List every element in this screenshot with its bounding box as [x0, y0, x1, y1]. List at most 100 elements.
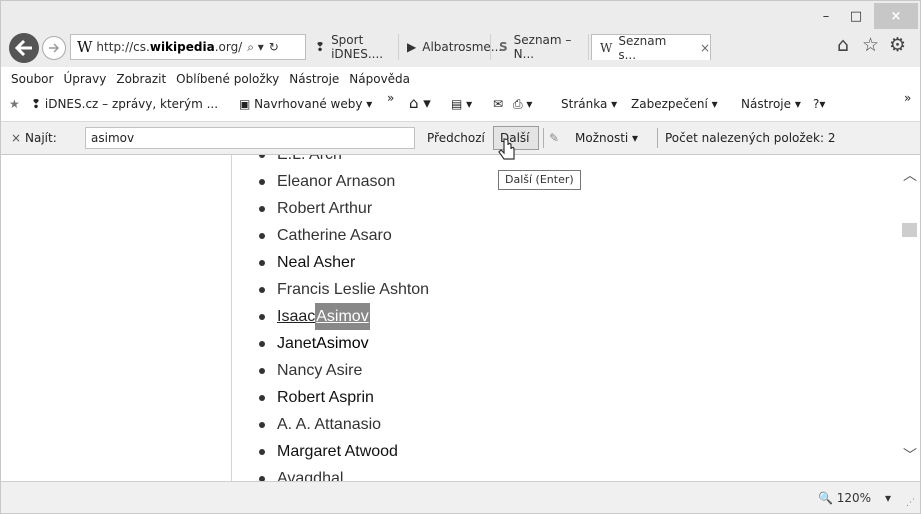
tools-menu[interactable]: Nástroje ▾ — [741, 97, 801, 111]
bullet — [259, 394, 265, 401]
separator — [657, 128, 658, 148]
tab-seznam-news[interactable]: S Seznam – N... — [491, 33, 589, 61]
bullet — [259, 286, 265, 293]
find-options-menu[interactable]: Možnosti ▾ — [575, 131, 638, 145]
favorites-star-icon[interactable]: ☆ — [862, 34, 879, 56]
list-item[interactable]: Nancy Asire — [259, 357, 429, 384]
albatros-favicon-icon: ▶ — [407, 40, 417, 54]
help-icon[interactable]: ?▾ — [813, 97, 825, 111]
tab-seznam-wikipedia[interactable]: W Seznam s... × — [591, 33, 711, 62]
search-icon[interactable]: ⌕ ▾ — [247, 40, 264, 55]
scroll-down-icon[interactable]: ﹀ — [903, 445, 917, 465]
scroll-up-icon[interactable]: ︿ — [903, 165, 917, 185]
address-bar[interactable]: W http://cs.wikipedia.org/ ⌕ ▾ ↻ — [70, 34, 306, 60]
separator — [543, 128, 544, 148]
page-content: E.L. Arch Eleanor Arnason Robert Arthur … — [1, 155, 920, 481]
menu-zobrazit[interactable]: Zobrazit — [116, 72, 166, 86]
refresh-icon[interactable]: ↻ — [269, 40, 279, 54]
site-favicon-icon: W — [77, 38, 93, 56]
tab-albatrosmedia[interactable]: ▶ Albatrosme... — [399, 34, 502, 60]
bullet — [259, 448, 265, 455]
favorite-idnes[interactable]: ❢ iDNES.cz – zprávy, kterým ... — [31, 97, 218, 111]
menu-oblibene[interactable]: Oblíbené položky — [176, 72, 279, 86]
zoom-dropdown-icon[interactable]: ▾ — [885, 491, 891, 505]
status-bar: 🔍 120% ▾ ⋰ — [1, 481, 920, 513]
menu-nastroje[interactable]: Nástroje — [289, 72, 339, 86]
home-icon[interactable]: ⌂ — [837, 34, 849, 56]
list-item[interactable]: Eleanor Arnason — [259, 168, 429, 195]
idnes-favicon-icon: ❢ — [315, 40, 326, 54]
find-previous-button[interactable]: Předchozí — [427, 131, 485, 145]
print-icon[interactable]: ⎙ ▾ — [513, 97, 532, 112]
home-cmd-icon[interactable]: ⌂ ▾ — [409, 94, 431, 112]
bullet — [259, 340, 265, 347]
address-url[interactable]: http://cs.wikipedia.org/ — [96, 40, 242, 54]
find-close-icon[interactable]: × — [11, 131, 21, 145]
back-arrow-icon — [15, 40, 32, 56]
title-bar: – □ × W http://cs.wikipedia.org/ ⌕ ▾ ↻ ❢… — [1, 1, 920, 67]
find-label: Najít: — [25, 131, 57, 145]
vertical-scrollbar[interactable]: ︿ ﹀ — [899, 155, 920, 481]
menu-soubor[interactable]: Soubor — [11, 72, 53, 86]
author-list: E.L. Arch Eleanor Arnason Robert Arthur … — [259, 155, 429, 481]
list-item[interactable]: Catherine Asaro — [259, 222, 429, 249]
mail-icon[interactable]: ✉ — [493, 97, 503, 111]
find-input[interactable]: asimov — [85, 127, 415, 149]
bullet — [259, 259, 265, 266]
list-item-janet-asimov[interactable]: Janet Asimov — [259, 330, 429, 357]
mouse-cursor-icon — [498, 138, 515, 160]
close-button[interactable]: × — [874, 3, 918, 29]
menu-upravy[interactable]: Úpravy — [63, 72, 106, 86]
maximize-button[interactable]: □ — [841, 3, 871, 29]
tab-label: Seznam – N... — [513, 33, 572, 61]
find-match: Asimov — [316, 335, 369, 352]
zoom-level[interactable]: 🔍 120% — [818, 491, 871, 505]
find-bar: × Najít: asimov Předchozí Další ✎ Možnos… — [1, 121, 920, 155]
bullet — [259, 313, 265, 320]
favorites-overflow-icon[interactable]: » — [387, 91, 394, 105]
bullet — [259, 178, 265, 185]
list-item[interactable]: Avaqdhal — [259, 465, 429, 481]
settings-gear-icon[interactable]: ⚙ — [889, 34, 906, 56]
bullet — [259, 421, 265, 428]
browser-window: – □ × W http://cs.wikipedia.org/ ⌕ ▾ ↻ ❢… — [0, 0, 921, 514]
wikipedia-favicon-icon: W — [600, 40, 613, 55]
list-item[interactable]: Margaret Atwood — [259, 438, 429, 465]
favorite-suggested-sites[interactable]: ▣ Navrhované weby ▾ — [239, 97, 372, 111]
minimize-button[interactable]: – — [811, 3, 841, 29]
resize-grip-icon[interactable]: ⋰ — [906, 498, 915, 508]
wiki-sidebar — [1, 155, 232, 481]
bullet — [259, 155, 265, 158]
highlight-pen-icon[interactable]: ✎ — [549, 131, 559, 145]
bullet — [259, 205, 265, 212]
add-favorite-icon[interactable]: ★ — [9, 97, 20, 111]
match-count: Počet nalezených položek: 2 — [665, 131, 836, 145]
tab-close-icon[interactable]: × — [700, 41, 710, 55]
page-menu[interactable]: Stránka ▾ — [561, 97, 617, 111]
bullet — [259, 367, 265, 374]
tab-label: Seznam s... — [618, 33, 667, 62]
list-item[interactable]: Francis Leslie Ashton — [259, 276, 429, 303]
next-tooltip: Další (Enter) — [498, 170, 581, 190]
list-item[interactable]: Robert Arthur — [259, 195, 429, 222]
tab-label: Sport iDNES.... — [331, 33, 384, 61]
list-item[interactable]: Robert Asprin — [259, 384, 429, 411]
commandbar-overflow-icon[interactable]: » — [904, 91, 911, 105]
favorites-bar: ★ ❢ iDNES.cz – zprávy, kterým ... ▣ Navr… — [1, 91, 920, 121]
feeds-icon[interactable]: ▤ ▾ — [451, 97, 472, 111]
list-item-isaac-asimov[interactable]: Isaac Asimov — [259, 303, 429, 330]
menu-bar: Soubor Úpravy Zobrazit Oblíbené položky … — [1, 67, 920, 91]
forward-arrow-icon — [49, 43, 60, 53]
back-button[interactable] — [9, 33, 39, 63]
list-item[interactable]: E.L. Arch — [259, 155, 429, 168]
forward-button[interactable] — [42, 36, 66, 60]
tab-sport-idnes[interactable]: ❢ Sport iDNES.... — [307, 33, 399, 61]
menu-napoveda[interactable]: Nápověda — [349, 72, 410, 86]
list-item[interactable]: A. A. Attanasio — [259, 411, 429, 438]
scroll-thumb[interactable] — [902, 223, 917, 237]
safety-menu[interactable]: Zabezpečení ▾ — [631, 97, 718, 111]
seznam-favicon-icon: S — [499, 40, 508, 54]
list-item[interactable]: Neal Asher — [259, 249, 429, 276]
find-match-current: Asimov — [315, 303, 370, 330]
bullet — [259, 232, 265, 239]
